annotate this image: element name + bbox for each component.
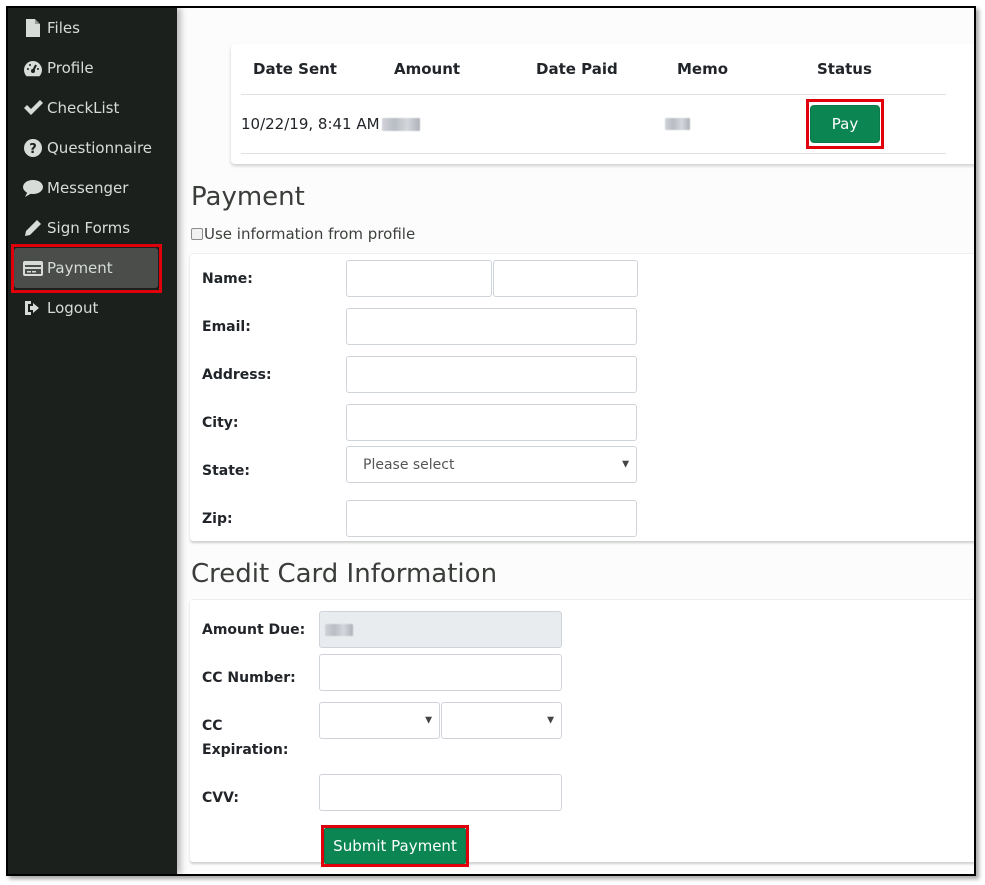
city-input[interactable]: [346, 404, 637, 441]
comment-icon: [22, 179, 44, 197]
state-select[interactable]: Please select ▼: [346, 446, 637, 483]
cell-memo-redacted: [665, 118, 690, 130]
pencil-icon: [22, 219, 44, 237]
cc-number-input[interactable]: [319, 654, 562, 691]
header-date-sent: Date Sent: [253, 60, 337, 78]
exp-month-select[interactable]: ▼: [319, 702, 440, 739]
sidebar-item-payment[interactable]: Payment: [14, 248, 158, 288]
bills-table: Date Sent Amount Date Paid Memo Status 1…: [241, 44, 946, 154]
header-status: Status: [817, 60, 872, 78]
last-name-input[interactable]: [493, 260, 638, 297]
cvv-label: CVV:: [202, 790, 239, 806]
bills-card: Date Sent Amount Date Paid Memo Status 1…: [231, 44, 974, 164]
table-row: 10/22/19, 8:41 AM Pay: [241, 95, 946, 154]
sidebar-item-checklist[interactable]: CheckList: [14, 88, 158, 128]
sidebar-item-label: Profile: [47, 59, 94, 77]
sidebar-item-logout[interactable]: Logout: [14, 288, 158, 328]
sidebar-item-sign-forms[interactable]: Sign Forms: [14, 208, 158, 248]
cc-expiration-label-line1: CC: [202, 718, 223, 734]
sidebar-item-label: Payment: [47, 259, 113, 277]
question-circle-icon: ?: [22, 139, 44, 157]
check-icon: [22, 100, 44, 116]
cc-number-label: CC Number:: [202, 670, 296, 686]
sidebar: Files Profile CheckList ? Questionnaire …: [8, 8, 177, 874]
submit-payment-button[interactable]: Submit Payment: [324, 828, 466, 864]
use-profile-checkbox[interactable]: [191, 228, 203, 240]
sidebar-item-label: Logout: [47, 299, 99, 317]
header-memo: Memo: [677, 60, 729, 78]
table-header: Date Sent Amount Date Paid Memo Status: [241, 44, 946, 95]
pay-button[interactable]: Pay: [810, 105, 880, 143]
file-icon: [22, 19, 44, 37]
sidebar-item-label: Messenger: [47, 179, 129, 197]
dashboard-icon: [22, 60, 44, 77]
cell-amount-redacted: [382, 117, 420, 131]
sidebar-item-label: Sign Forms: [47, 219, 131, 237]
amount-due-field: [319, 611, 562, 648]
cell-date-sent: 10/22/19, 8:41 AM: [241, 115, 380, 133]
email-label: Email:: [202, 319, 251, 335]
name-label: Name:: [202, 271, 253, 287]
sidebar-item-label: CheckList: [47, 99, 120, 117]
credit-card-icon: [22, 260, 44, 276]
payment-heading: Payment: [191, 182, 305, 212]
cc-expiration-label-line2: Expiration:: [202, 742, 289, 758]
zip-label: Zip:: [202, 511, 233, 527]
sidebar-item-label: Files: [47, 19, 80, 37]
zip-input[interactable]: [346, 500, 637, 537]
address-input[interactable]: [346, 356, 637, 393]
address-label: Address:: [202, 367, 272, 383]
sign-out-icon: [22, 300, 44, 316]
exp-year-select[interactable]: ▼: [441, 702, 562, 739]
sidebar-item-questionnaire[interactable]: ? Questionnaire: [14, 128, 158, 168]
billing-form: Name: Email: Address: City: State: Pleas…: [190, 253, 974, 541]
credit-card-form: Amount Due: CC Number: CC Expiration: ▼ …: [190, 599, 974, 867]
credit-card-heading: Credit Card Information: [191, 559, 498, 589]
use-profile-label: Use information from profile: [204, 225, 416, 243]
use-profile-checkbox-row[interactable]: Use information from profile: [191, 225, 415, 243]
state-label: State:: [202, 463, 251, 479]
sidebar-item-profile[interactable]: Profile: [14, 48, 158, 88]
app-window: Files Profile CheckList ? Questionnaire …: [6, 6, 976, 876]
first-name-input[interactable]: [346, 260, 492, 297]
state-selected-value: Please select: [363, 456, 455, 473]
header-date-paid: Date Paid: [536, 60, 618, 78]
email-input[interactable]: [346, 308, 637, 345]
chevron-down-icon: ▼: [425, 715, 432, 725]
header-amount: Amount: [394, 60, 461, 78]
amount-due-redacted: [325, 624, 353, 636]
chevron-down-icon: ▼: [622, 459, 629, 469]
main-content: Date Sent Amount Date Paid Memo Status 1…: [177, 8, 974, 874]
sidebar-item-label: Questionnaire: [47, 139, 153, 157]
city-label: City:: [202, 415, 239, 431]
amount-due-label: Amount Due:: [202, 622, 306, 638]
chevron-down-icon: ▼: [547, 715, 554, 725]
sidebar-item-messenger[interactable]: Messenger: [14, 168, 158, 208]
svg-text:?: ?: [29, 142, 37, 157]
cvv-input[interactable]: [319, 774, 562, 811]
sidebar-item-files[interactable]: Files: [14, 8, 158, 48]
